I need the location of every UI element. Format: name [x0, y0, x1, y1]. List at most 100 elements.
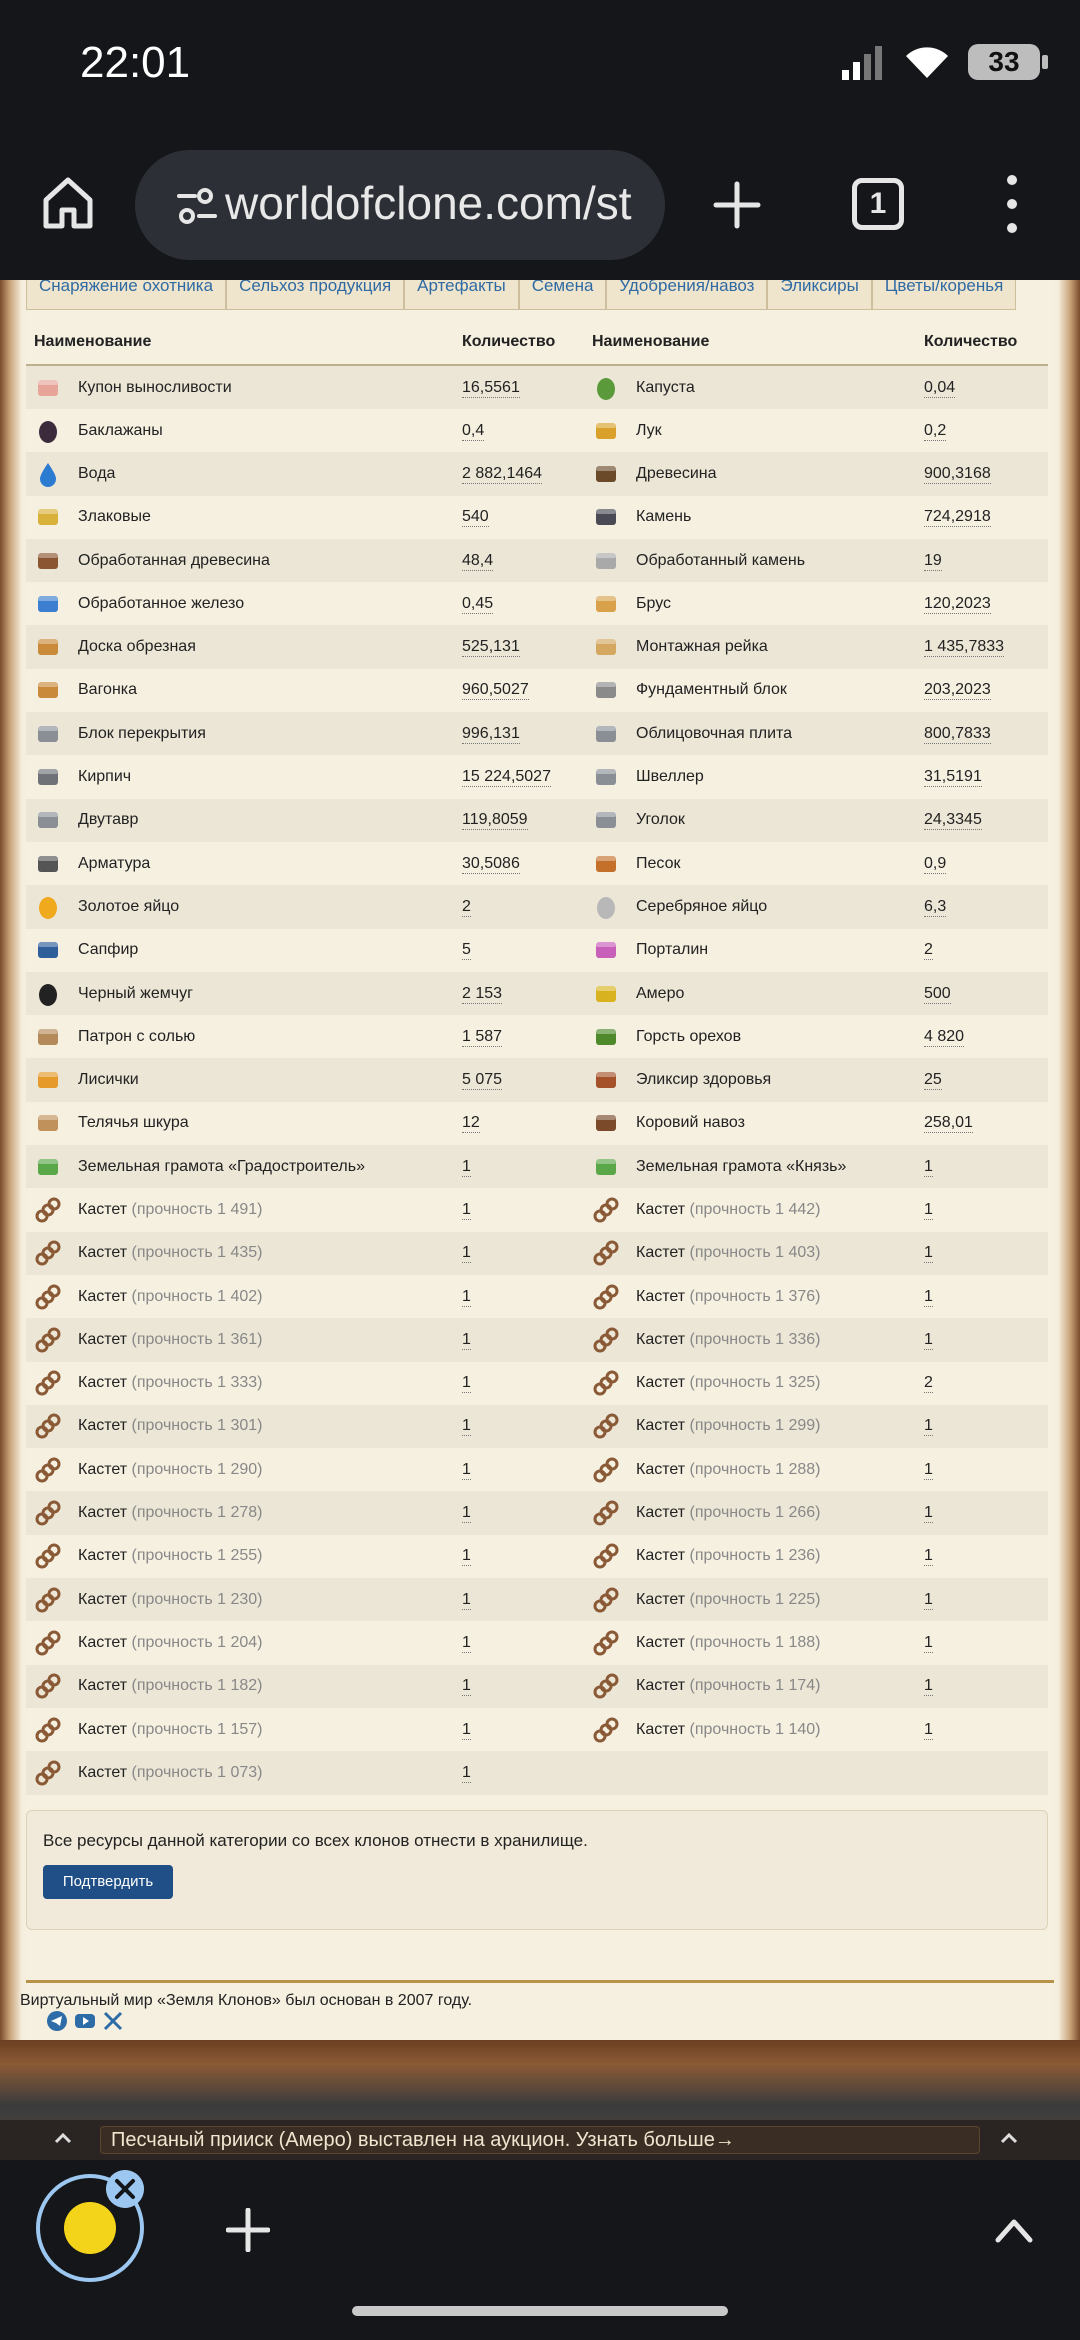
signal-icon [842, 46, 882, 80]
resource-quantity[interactable]: 500 [924, 984, 951, 1004]
resource-quantity[interactable]: 1 [924, 1244, 933, 1264]
resource-quantity[interactable]: 1 [924, 1677, 933, 1697]
confirm-button[interactable]: Подтвердить [43, 1865, 173, 1899]
resource-quantity[interactable]: 1 [924, 1287, 933, 1307]
resource-quantity[interactable]: 1 587 [462, 1027, 503, 1047]
resource-quantity[interactable]: 25 [924, 1071, 942, 1091]
resource-label: Кастет [78, 1417, 128, 1435]
category-tab[interactable]: Цветы/коренья [871, 280, 1017, 310]
resource-qty-cell: 2 153 [454, 971, 584, 1016]
resource-quantity[interactable]: 1 [924, 1200, 933, 1220]
resource-quantity[interactable]: 1 [462, 1200, 471, 1220]
resource-quantity[interactable]: 1 [924, 1720, 933, 1740]
chevron-up-icon[interactable] [994, 2214, 1034, 2244]
resource-quantity[interactable]: 203,2023 [924, 681, 991, 701]
resource-quantity[interactable]: 2 153 [462, 984, 503, 1004]
resource-qty-cell: 30,5086 [454, 841, 584, 886]
news-ticker-bar: Песчаный прииск (Амеро) выставлен на аук… [0, 2120, 1080, 2160]
resource-quantity[interactable]: 0,9 [924, 854, 947, 874]
resource-quantity[interactable]: 258,01 [924, 1114, 973, 1134]
resource-quantity[interactable]: 31,5191 [924, 768, 982, 788]
resource-quantity[interactable]: 1 [462, 1330, 471, 1350]
category-tab[interactable]: Семена [518, 280, 607, 310]
resource-quantity[interactable]: 30,5086 [462, 854, 520, 874]
resource-quantity[interactable]: 1 [462, 1763, 471, 1783]
new-tab-icon[interactable] [712, 180, 762, 230]
resource-quantity[interactable]: 2 [924, 1374, 933, 1394]
resource-quantity[interactable]: 1 [462, 1677, 471, 1697]
resource-quantity[interactable]: 1 [462, 1504, 471, 1524]
resource-quantity[interactable]: 1 435,7833 [924, 638, 1005, 658]
resource-quantity[interactable]: 1 [462, 1287, 471, 1307]
resource-quantity[interactable]: 1 [462, 1244, 471, 1264]
resource-quantity[interactable]: 24,3345 [924, 811, 982, 831]
durability-label: (прочность 1 442) [689, 1200, 821, 1218]
resource-quantity[interactable]: 1 [462, 1590, 471, 1610]
resource-quantity[interactable]: 525,131 [462, 638, 520, 658]
resource-quantity[interactable]: 2 882,1464 [462, 464, 543, 484]
add-tab-icon[interactable] [226, 2208, 270, 2252]
resource-quantity[interactable]: 1 [462, 1460, 471, 1480]
resource-qty-cell: 1 [454, 1188, 584, 1232]
home-icon[interactable] [38, 172, 98, 232]
telegram-icon[interactable] [46, 2010, 68, 2032]
resource-quantity[interactable]: 120,2023 [924, 594, 991, 614]
resource-quantity[interactable]: 15 224,5027 [462, 768, 551, 788]
resource-name: Эликсир здоровья [584, 1059, 916, 1102]
resource-quantity[interactable]: 1 [462, 1720, 471, 1740]
resource-quantity[interactable]: 1 [924, 1460, 933, 1480]
chevron-up-icon[interactable] [998, 2128, 1020, 2150]
address-bar[interactable]: worldofclone.com/st [135, 150, 665, 260]
resource-quantity[interactable]: 1 [924, 1330, 933, 1350]
resource-quantity[interactable]: 48,4 [462, 551, 494, 571]
resource-name-cell: Серебряное яйцо [584, 885, 916, 929]
resource-quantity[interactable]: 1 [462, 1633, 471, 1653]
resource-quantity[interactable]: 1 [462, 1157, 471, 1177]
resource-quantity[interactable]: 900,3168 [924, 464, 991, 484]
category-tab[interactable]: Артефакты [404, 280, 519, 310]
close-tab-icon[interactable] [106, 2170, 144, 2208]
table-row: Вода 2 882,1464 Древесина 900,3168 [26, 452, 1048, 496]
resource-quantity[interactable]: 1 [924, 1504, 933, 1524]
resource-quantity[interactable]: 2 [462, 897, 471, 917]
resource-quantity[interactable]: 800,7833 [924, 724, 991, 744]
resource-quantity[interactable]: 12 [462, 1114, 480, 1134]
category-tab[interactable]: Эликсиры [767, 280, 872, 310]
category-tab[interactable]: Сельхоз продукция [226, 280, 405, 310]
resource-quantity[interactable]: 1 [924, 1547, 933, 1567]
resource-quantity[interactable]: 960,5027 [462, 681, 529, 701]
resource-quantity[interactable]: 0,45 [462, 594, 494, 614]
tab-switcher-button[interactable]: 1 [852, 178, 904, 230]
more-menu-icon[interactable] [1000, 170, 1024, 238]
resource-quantity[interactable]: 16,5561 [462, 378, 520, 398]
resource-qty-cell: 1 [916, 1491, 1048, 1535]
category-tab[interactable]: Снаряжение охотника [26, 280, 227, 310]
resource-name: Лук [584, 409, 916, 452]
youtube-icon[interactable] [74, 2010, 96, 2032]
resource-quantity[interactable]: 1 [924, 1633, 933, 1653]
resource-quantity[interactable]: 724,2918 [924, 508, 991, 528]
resource-quantity[interactable]: 996,131 [462, 724, 520, 744]
x-icon[interactable] [102, 2010, 124, 2032]
resource-quantity[interactable]: 1 [462, 1417, 471, 1437]
resource-quantity[interactable]: 19 [924, 551, 942, 571]
site-settings-icon[interactable] [175, 184, 219, 228]
resource-quantity[interactable]: 1 [924, 1590, 933, 1610]
resource-quantity[interactable]: 1 [462, 1374, 471, 1394]
chevron-up-icon[interactable] [52, 2128, 74, 2150]
resource-quantity[interactable]: 0,4 [462, 421, 485, 441]
resource-quantity[interactable]: 4 820 [924, 1027, 965, 1047]
resource-quantity[interactable]: 119,8059 [462, 811, 528, 831]
resource-quantity[interactable]: 0,2 [924, 421, 947, 441]
resource-quantity[interactable]: 540 [462, 508, 489, 528]
resource-quantity[interactable]: 1 [924, 1417, 933, 1437]
resource-quantity[interactable]: 1 [924, 1157, 933, 1177]
resource-quantity[interactable]: 5 075 [462, 1071, 503, 1091]
resource-quantity[interactable]: 6,3 [924, 897, 947, 917]
resource-quantity[interactable]: 1 [462, 1547, 471, 1567]
news-ticker-text[interactable]: Песчаный прииск (Амеро) выставлен на аук… [100, 2126, 980, 2154]
resource-quantity[interactable]: 0,04 [924, 378, 956, 398]
resource-quantity[interactable]: 2 [924, 941, 933, 961]
resource-quantity[interactable]: 5 [462, 941, 471, 961]
category-tab[interactable]: Удобрения/навоз [606, 280, 768, 310]
